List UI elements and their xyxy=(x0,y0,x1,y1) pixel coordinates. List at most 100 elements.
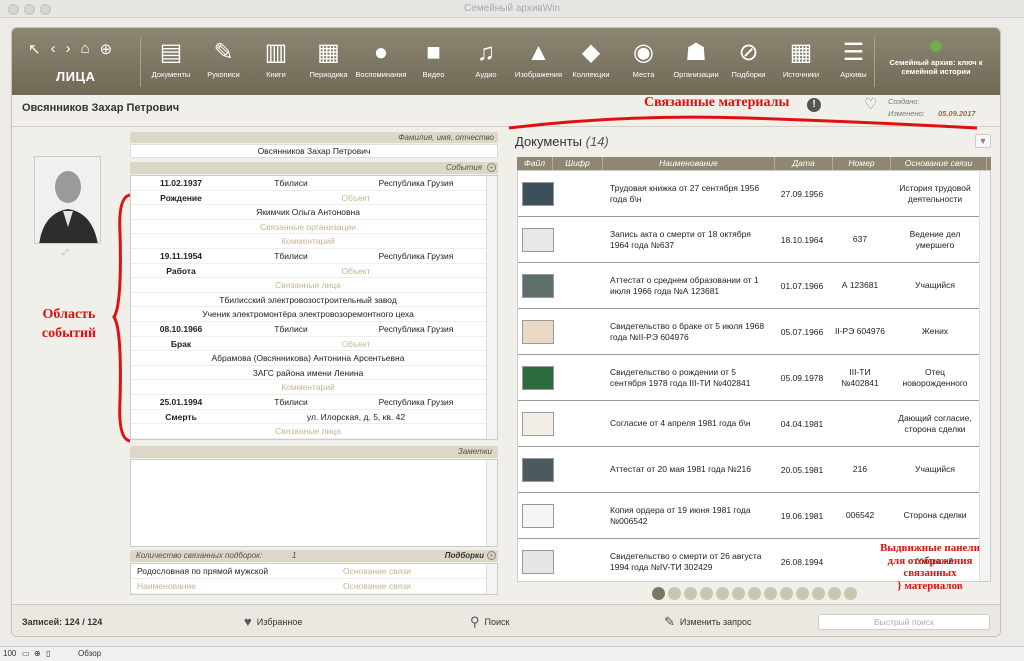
selection-row[interactable]: Наименование Основание связи xyxy=(131,579,497,594)
search-button[interactable]: ⚲ Поиск xyxy=(470,614,509,630)
event-item[interactable]: 08.10.1966 Тбилиси Республика Грузия Брак Об… xyxy=(131,322,497,395)
zoom-window-button[interactable] xyxy=(40,4,51,15)
panel-pager-dot[interactable] xyxy=(796,587,809,600)
add-selection-icon[interactable]: + xyxy=(487,551,496,560)
toolbar-item-audio[interactable]: ♫ Аудио xyxy=(457,38,515,79)
document-thumbnail[interactable] xyxy=(522,549,554,574)
document-basis: История трудовой деятельности xyxy=(899,182,971,204)
document-row[interactable]: Копия ордера от 19 июня 1981 года №00654… xyxy=(518,493,990,539)
panels-annotation-line-4: } материалов xyxy=(897,579,963,592)
document-thumbnail[interactable] xyxy=(522,365,554,390)
column-header[interactable]: Файл xyxy=(517,157,553,170)
document-thumbnail[interactable] xyxy=(522,503,554,528)
selections-list[interactable]: Родословная по прямой мужской Основание с… xyxy=(130,563,498,595)
toolbar-item-places[interactable]: ◉ Места xyxy=(615,38,673,79)
column-header[interactable]: Основание связи xyxy=(891,157,987,170)
person-photo[interactable] xyxy=(34,156,101,244)
panel-pager-dot[interactable] xyxy=(764,587,777,600)
event-item[interactable]: 11.02.1937 Тбилиси Республика Грузия Рожден… xyxy=(131,176,497,249)
panel-pager-dot[interactable] xyxy=(652,587,665,600)
toolbar-item-manuscripts[interactable]: ✎ Рукописи xyxy=(195,38,253,79)
zoom-in-icon[interactable]: ⊕ xyxy=(34,647,41,661)
document-row[interactable]: Аттестат от 20 мая 1981 года №216 20.05.1… xyxy=(518,447,990,493)
panel-pager-dot[interactable] xyxy=(668,587,681,600)
back-icon[interactable]: ‹ xyxy=(51,40,56,58)
document-thumbnail[interactable] xyxy=(522,457,554,482)
panel-pager-dot[interactable] xyxy=(716,587,729,600)
toolbar-item-organizations[interactable]: ☗ Организации xyxy=(667,38,725,79)
event-city: Тбилиси xyxy=(274,251,308,261)
event-row: 19.11.1954 Тбилиси Республика Грузия xyxy=(131,249,497,264)
layout-toggle-icon[interactable]: ▯ xyxy=(46,647,50,661)
event-detail: Комментарий xyxy=(281,382,335,392)
toolbar-item-images[interactable]: ▲ Изображения xyxy=(510,38,568,79)
document-row[interactable]: Свидетельство о рождении от 5 сентября 1… xyxy=(518,355,990,401)
home-icon[interactable]: ⌂ xyxy=(81,40,90,58)
add-icon[interactable]: ⊕ xyxy=(100,40,113,58)
toolbar-item-memories[interactable]: ● Воспоминания xyxy=(352,38,410,79)
video-icon: ■ xyxy=(426,39,441,66)
minimize-window-button[interactable] xyxy=(24,4,35,15)
panel-pager-dot[interactable] xyxy=(844,587,857,600)
document-row[interactable]: Запись акта о смерти от 18 октября 1964 … xyxy=(518,217,990,263)
panel-pager-dot[interactable] xyxy=(780,587,793,600)
column-header[interactable]: Дата xyxy=(775,157,833,170)
event-item[interactable]: 19.11.1954 Тбилиси Республика Грузия Работа… xyxy=(131,249,497,322)
panel-pager-dot[interactable] xyxy=(732,587,745,600)
expand-photo-icon[interactable]: ⤢ xyxy=(62,248,68,258)
document-row[interactable]: Согласие от 4 апреля 1981 года б\н 04.04.… xyxy=(518,401,990,447)
selections-scrollbar[interactable] xyxy=(486,564,497,594)
home-up-icon[interactable]: ↖ xyxy=(28,40,41,58)
forward-icon[interactable]: › xyxy=(66,40,71,58)
document-row[interactable]: Аттестат о среднем образовании от 1 июля… xyxy=(518,263,990,309)
brand[interactable]: ✺ Семейный архив: ключ к семейной истори… xyxy=(882,38,990,76)
toolbar-item-sources[interactable]: ▦ Источники xyxy=(772,38,830,79)
document-name: Аттестат о среднем образовании от 1 июля… xyxy=(610,274,759,296)
selection-row[interactable]: Родословная по прямой мужской Основание с… xyxy=(131,564,497,579)
document-row[interactable]: Свидетельство о браке от 5 июля 1968 год… xyxy=(518,309,990,355)
favorites-button[interactable]: ♥ Избранное xyxy=(244,614,302,629)
close-window-button[interactable] xyxy=(8,4,19,15)
toolbar-item-video[interactable]: ■ Видео xyxy=(405,38,463,79)
notes-scrollbar[interactable] xyxy=(486,460,497,546)
events-scrollbar[interactable] xyxy=(486,176,497,439)
search-icon: ⚲ xyxy=(470,614,480,629)
notes-field[interactable] xyxy=(130,459,498,547)
column-header[interactable]: Наименование xyxy=(603,157,775,170)
change-query-button[interactable]: ✎ Изменить запрос xyxy=(664,614,752,630)
document-row[interactable]: Трудовая книжка от 27 сентября 1956 года… xyxy=(518,171,990,217)
panel-pager-dot[interactable] xyxy=(828,587,841,600)
fio-field[interactable]: Овсянников Захар Петрович xyxy=(130,144,498,158)
add-event-icon[interactable]: + xyxy=(487,163,496,172)
column-header[interactable]: Шифр xyxy=(553,157,603,170)
toolbar-item-periodicals[interactable]: ▦ Периодика xyxy=(300,38,358,79)
toolbar-item-selections[interactable]: ⊘ Подборки xyxy=(720,38,778,79)
mode-label[interactable]: Обзор xyxy=(78,647,101,661)
column-header[interactable]: Номер xyxy=(833,157,891,170)
document-thumbnail[interactable] xyxy=(522,227,554,252)
panel-pager-dot[interactable] xyxy=(748,587,761,600)
selections-count-label: Количество связанных подборок: xyxy=(136,551,263,560)
images-icon: ▲ xyxy=(526,39,551,66)
quick-search-input[interactable]: Быстрый поиск xyxy=(818,614,990,630)
zoom-out-icon[interactable]: ▭ xyxy=(22,647,30,661)
document-thumbnail[interactable] xyxy=(522,273,554,298)
audio-icon: ♫ xyxy=(477,39,495,66)
panel-pager-dot[interactable] xyxy=(700,587,713,600)
toolbar-item-books[interactable]: ▥ Книги xyxy=(247,38,305,79)
documents-grid[interactable]: Трудовая книжка от 27 сентября 1956 года… xyxy=(517,170,991,582)
panel-pager-dot[interactable] xyxy=(684,587,697,600)
panel-pager-dot[interactable] xyxy=(812,587,825,600)
zoom-level[interactable]: 100 xyxy=(3,647,16,661)
toolbar-item-documents[interactable]: ▤ Документы xyxy=(142,38,200,79)
filter-icon[interactable]: ▼ xyxy=(975,134,991,148)
toolbar-item-collections[interactable]: ◆ Коллекции xyxy=(562,38,620,79)
events-list[interactable]: 11.02.1937 Тбилиси Республика Грузия Рожден… xyxy=(130,175,498,440)
document-thumbnail[interactable] xyxy=(522,411,554,436)
document-date: 05.09.1978 xyxy=(780,372,824,383)
event-item[interactable]: 25.01.1994 Тбилиси Республика Грузия Смерть… xyxy=(131,395,497,439)
document-thumbnail[interactable] xyxy=(522,319,554,344)
documents-scrollbar[interactable] xyxy=(979,171,990,581)
toolbar-separator xyxy=(874,37,875,87)
document-thumbnail[interactable] xyxy=(522,181,554,206)
